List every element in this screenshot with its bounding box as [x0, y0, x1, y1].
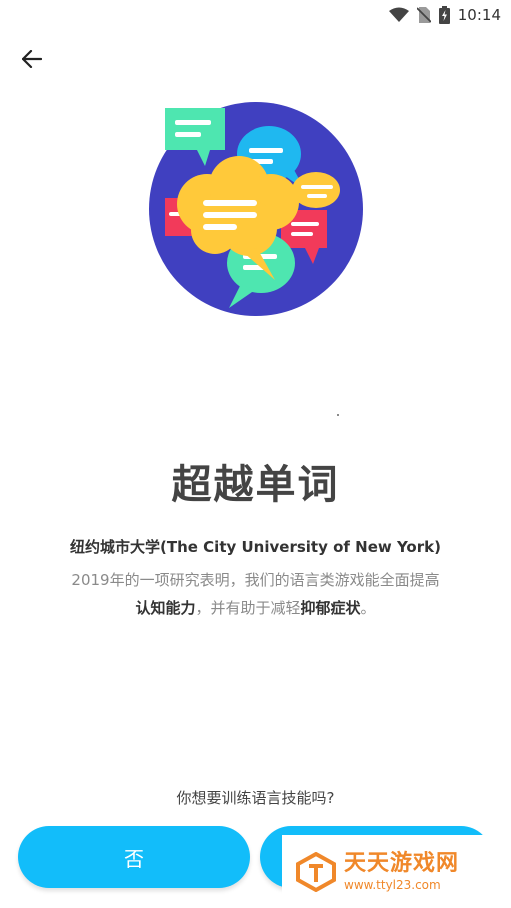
- status-bar: 10:14: [0, 0, 511, 30]
- study-source: 纽约城市大学(The City University of New York): [70, 538, 441, 556]
- arrow-left-icon: [22, 50, 42, 68]
- no-sim-icon: [416, 7, 431, 23]
- description-line-2: 认知能力，并有助于减轻抑郁症状。: [0, 594, 511, 622]
- description-highlight-depression: 抑郁症状: [300, 599, 361, 617]
- hero-illustration: [145, 98, 367, 320]
- description-line-1: 2019年的一项研究表明，我们的语言类游戏能全面提高: [71, 571, 440, 589]
- watermark-main: 天天游戏网: [344, 850, 460, 876]
- watermark-logo-icon: [296, 851, 336, 892]
- no-button[interactable]: 否: [18, 826, 250, 888]
- study-description: 2019年的一项研究表明，我们的语言类游戏能全面提高 认知能力，并有助于减轻抑郁…: [0, 566, 511, 622]
- back-button[interactable]: [14, 44, 50, 74]
- chat-bubbles-icon: [149, 102, 363, 316]
- description-end: 。: [360, 599, 376, 617]
- wifi-icon: [388, 7, 409, 22]
- stray-dot: [337, 414, 339, 416]
- battery-charging-icon: [438, 6, 450, 24]
- page-title: 超越单词: [171, 462, 340, 508]
- watermark-url: www.ttyl23.com: [344, 877, 441, 892]
- watermark-overlay: 天天游戏网 www.ttyl23.com: [282, 835, 511, 908]
- description-mid: ，并有助于减轻: [195, 599, 301, 617]
- status-icons: 10:14: [388, 4, 501, 26]
- status-time: 10:14: [457, 6, 501, 24]
- description-highlight-cognitive: 认知能力: [135, 599, 196, 617]
- no-button-label: 否: [124, 846, 144, 871]
- question-text: 你想要训练语言技能吗?: [176, 789, 335, 807]
- watermark-text: 天天游戏网 www.ttyl23.com: [344, 850, 460, 892]
